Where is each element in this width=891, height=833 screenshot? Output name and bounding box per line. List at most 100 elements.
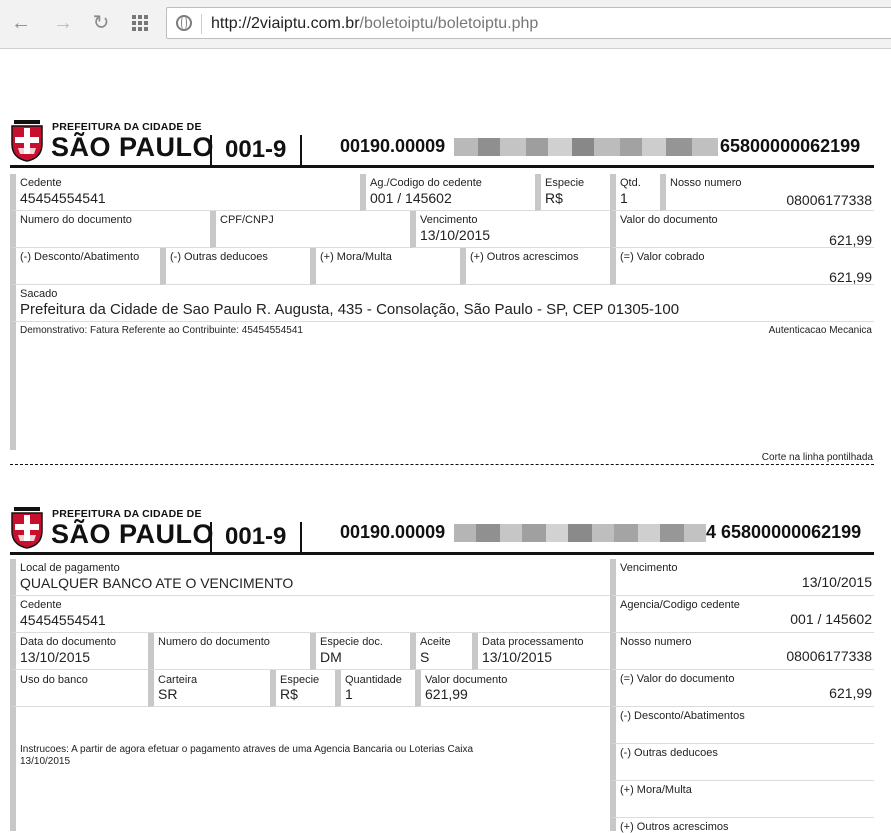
header-divider [210,522,212,552]
digitable-line-start: 00190.00009 [340,522,446,542]
especiedoc-label: Especie doc. [320,636,383,648]
digitable-line-end: 65800000062199 [720,136,861,156]
cobrado-label: (=) Valor cobrado [620,251,705,263]
field-vencimento: Vencimento 13/10/2015 [410,211,610,248]
browser-toolbar: ← → ↻ http://2viaiptu.com.br/boletoiptu/… [0,0,891,49]
coat-of-arms-icon [11,120,43,162]
url-host: http://2viaiptu.com.br [211,15,360,32]
field-outros-acrescimos: (+) Outros acrescimos [610,818,874,833]
demonstrativo-text: Demonstrativo: Fatura Referente ao Contr… [20,325,303,336]
corte-text: Corte na linha pontilhada [761,452,873,463]
field-agencia-codigo: Agencia/Codigo cedente 001 / 145602 [610,596,874,633]
field-mora-multa: (+) Mora/Multa [610,781,874,818]
field-data-processamento: Data processamento 13/10/2015 [472,633,610,670]
field-qtd: Qtd. 1 [610,174,660,211]
cedente-label: Cedente [20,599,62,611]
valordoc2-label: (=) Valor do documento [620,673,735,685]
field-valor-documento: Valor documento 621,99 [415,670,610,707]
cedente-label: Cedente [20,177,62,189]
especie-label: Especie [280,674,320,686]
field-agencia: Ag./Codigo do cedente 001 / 145602 [360,174,535,211]
datadoc-value: 13/10/2015 [20,649,91,665]
agencia-label: Ag./Codigo do cedente [370,177,482,189]
aceite-value: S [420,649,430,665]
field-local-pagamento: Local de pagamento QUALQUER BANCO ATE O … [10,559,610,596]
field-especie: Especie R$ [535,174,610,211]
field-valor-documento: Valor do documento 621,99 [610,211,874,248]
header-rule [10,165,874,168]
quantidade-value: 1 [345,686,353,702]
field-instrucoes: Instrucoes: A partir de agora efetuar o … [10,707,610,831]
venc-value: 13/10/2015 [420,227,491,243]
url-text[interactable]: http://2viaiptu.com.br/boletoiptu/boleto… [211,15,538,33]
url-path: /boletoiptu/boletoiptu.php [359,15,539,32]
back-arrow-icon[interactable]: ← [10,12,32,34]
venc-label: Vencimento [420,214,478,226]
bank-code: 001-9 [225,136,287,163]
valordoc-value: 621,99 [425,686,468,702]
field-nosso-numero: Nosso numero 08006177338 [660,174,874,211]
header-rule [10,552,874,555]
field-especie-doc: Especie doc. DM [310,633,410,670]
field-outros-acrescimos: (+) Outros acrescimos [460,248,610,285]
field-desconto: (-) Desconto/Abatimento [10,248,160,285]
sacado-label: Sacado [20,288,58,300]
field-cpf-cnpj: CPF/CNPJ [210,211,410,248]
valordoc-label: Valor documento [425,674,508,686]
especiedoc-value: DM [320,649,342,665]
field-sacado: Sacado Prefeitura da Cidade de Sao Paulo… [10,285,874,322]
logo-big-text: SÃO PAULO [51,132,215,162]
field-valor-cobrado: (=) Valor cobrado 621,99 [610,248,874,285]
field-quantidade: Quantidade 1 [335,670,415,707]
field-especie: Especie R$ [270,670,335,707]
mora-label: (+) Mora/Multa [620,784,692,796]
field-cedente: Cedente 45454554541 [10,174,360,211]
omnibox-divider [201,14,202,34]
forward-arrow-icon[interactable]: → [52,12,74,34]
cedente-value: 45454554541 [20,190,106,206]
reload-icon[interactable]: ↻ [90,12,112,34]
header-divider [210,135,212,165]
desconto-label: (-) Desconto/Abatimento [20,251,140,263]
venc-value: 13/10/2015 [801,574,872,590]
header-divider [300,522,302,552]
dataproc-label: Data processamento [482,636,584,648]
digitable-line-end: 4 65800000062199 [706,522,862,542]
field-valor-documento-total: (=) Valor do documento 621,99 [610,670,874,707]
aceite-label: Aceite [420,636,451,648]
local-label: Local de pagamento [20,562,120,574]
coat-of-arms-icon [11,507,43,549]
valordoc-value: 621,99 [829,232,872,248]
field-cedente: Cedente 45454554541 [10,596,610,633]
uso-label: Uso do banco [20,674,88,686]
acresc-label: (+) Outros acrescimos [620,821,729,833]
address-bar[interactable]: http://2viaiptu.com.br/boletoiptu/boleto… [166,7,891,39]
field-numero-documento: Numero do documento [10,211,210,248]
obscured-digits [454,524,706,542]
instrucoes-date: 13/10/2015 [20,756,71,767]
quantidade-label: Quantidade [345,674,402,686]
qtd-value: 1 [620,190,628,206]
cedente-value: 45454554541 [20,612,106,628]
field-outras-deducoes: (-) Outras deducoes [610,744,874,781]
nosso-label: Nosso numero [670,177,742,189]
field-desconto: (-) Desconto/Abatimentos [610,707,874,744]
apps-grid-icon[interactable] [132,15,148,31]
carteira-label: Carteira [158,674,198,686]
valordoc2-value: 621,99 [829,685,872,701]
numdoc-label: Numero do documento [158,636,270,648]
datadoc-label: Data do documento [20,636,117,648]
logo-big-text: SÃO PAULO [51,519,215,549]
bank-code: 001-9 [225,523,287,550]
cut-line [10,464,874,465]
field-vencimento: Vencimento 13/10/2015 [610,559,874,596]
agencia-label: Agencia/Codigo cedente [620,599,740,611]
instrucoes-text: Instrucoes: A partir de agora efetuar o … [20,744,474,755]
carteira-value: SR [158,686,178,702]
agencia-value: 001 / 145602 [370,190,452,206]
especie-value: R$ [545,190,563,206]
sao-paulo-logo: PREFEITURA DA CIDADE DE SÃO PAULO [10,118,214,162]
especie-value: R$ [280,686,298,702]
field-data-documento: Data do documento 13/10/2015 [10,633,148,670]
field-uso-banco: Uso do banco [10,670,148,707]
